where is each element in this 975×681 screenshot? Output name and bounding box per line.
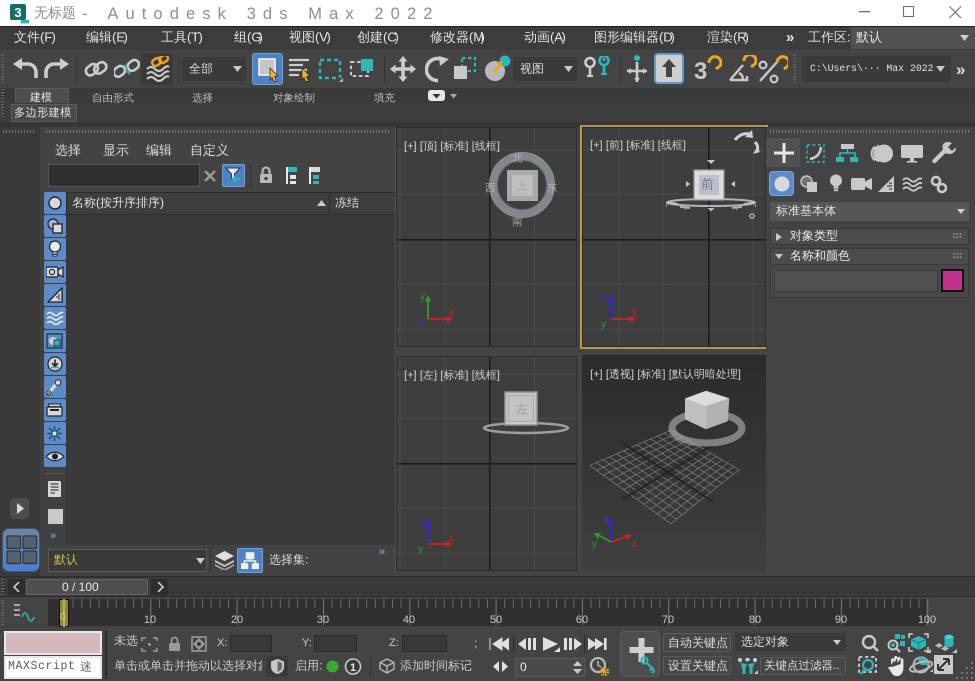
- svg-text:]: ]: [683, 140, 686, 152]
- svg-text:]: ]: [497, 370, 500, 382]
- svg-text:): ): [562, 29, 566, 44]
- svg-text:): ): [124, 29, 128, 44]
- svg-text:]: ]: [620, 140, 623, 152]
- svg-text:): ): [395, 29, 399, 44]
- svg-text:z: z: [604, 514, 609, 525]
- svg-text:30: 30: [317, 614, 329, 626]
- svg-text:z: z: [418, 317, 423, 328]
- svg-text:): ): [671, 29, 675, 44]
- svg-text:10: 10: [144, 614, 156, 626]
- svg-text:(: (: [96, 196, 100, 210]
- svg-text:100: 100: [918, 614, 936, 626]
- svg-text:x: x: [449, 533, 454, 544]
- svg-text:): ): [160, 196, 164, 210]
- svg-text:z: z: [420, 517, 425, 528]
- svg-text:1: 1: [350, 662, 356, 674]
- svg-text:[: [: [472, 370, 475, 382]
- svg-text:x: x: [449, 308, 454, 319]
- svg-text:y: y: [420, 292, 425, 303]
- svg-text:[: [: [440, 370, 443, 382]
- svg-text:]: ]: [600, 140, 603, 152]
- svg-text:x: x: [632, 308, 637, 319]
- svg-text:y: y: [601, 319, 606, 329]
- svg-text:): ): [327, 29, 331, 44]
- svg-text:[: [: [440, 141, 443, 153]
- svg-text:z: z: [603, 292, 608, 303]
- svg-text:]: ]: [434, 141, 437, 153]
- svg-text:y: y: [592, 539, 597, 550]
- svg-text:50: 50: [490, 614, 502, 626]
- svg-text:[: [: [658, 140, 661, 152]
- svg-text:]: ]: [434, 370, 437, 382]
- svg-text:): ): [481, 29, 485, 44]
- svg-text:y: y: [418, 544, 423, 554]
- svg-text:]: ]: [414, 141, 417, 153]
- svg-text:3: 3: [694, 58, 707, 85]
- svg-text:]: ]: [414, 370, 417, 382]
- svg-text:[: [: [420, 370, 423, 382]
- svg-text:3: 3: [14, 5, 21, 20]
- svg-text::: :: [319, 659, 322, 673]
- svg-text:60: 60: [576, 614, 588, 626]
- svg-text:): ): [744, 29, 748, 44]
- svg-text::: :: [305, 553, 308, 567]
- svg-text:): ): [51, 29, 55, 44]
- svg-text:x: x: [632, 539, 637, 550]
- svg-text:[: [: [626, 140, 629, 152]
- svg-text:[: [: [472, 141, 475, 153]
- svg-text:): ): [258, 29, 262, 44]
- svg-text:[: [: [420, 141, 423, 153]
- svg-text:): ): [198, 29, 202, 44]
- svg-text:80: 80: [749, 614, 761, 626]
- svg-text:[: [: [606, 140, 609, 152]
- svg-text:]: ]: [465, 141, 468, 153]
- svg-text:70: 70: [662, 614, 674, 626]
- svg-text:.: .: [836, 661, 839, 673]
- svg-text:90: 90: [835, 614, 847, 626]
- svg-text:20: 20: [231, 614, 243, 626]
- svg-text:]: ]: [651, 140, 654, 152]
- svg-text:40: 40: [403, 614, 415, 626]
- svg-text:]: ]: [465, 370, 468, 382]
